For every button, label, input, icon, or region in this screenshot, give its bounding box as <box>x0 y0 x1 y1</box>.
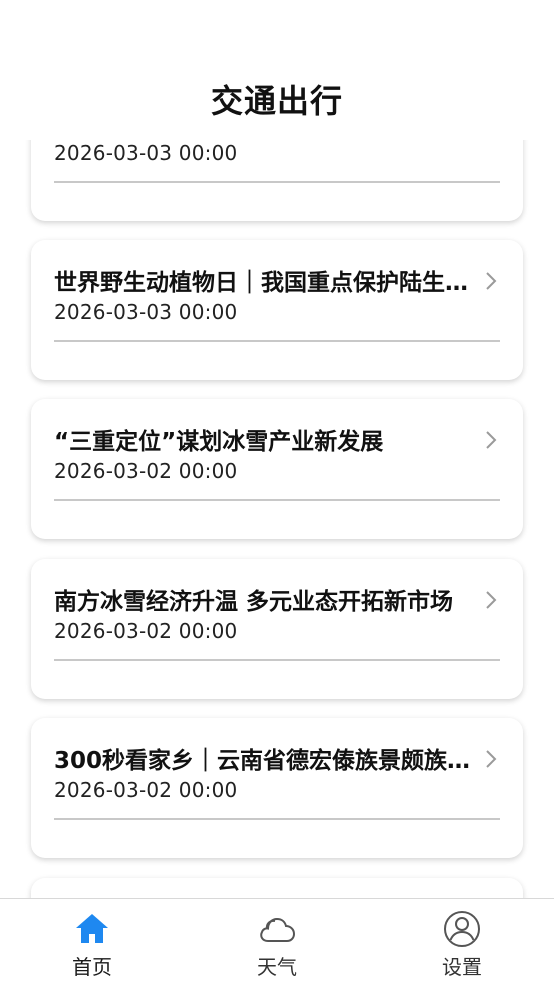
card-divider <box>54 659 500 661</box>
article-card[interactable]: 300秒看家乡｜云南省德宏傣族景颇族自治州 2026-03-02 00:00 <box>31 718 523 858</box>
bottom-nav: 首页 天气 设置 <box>0 898 554 984</box>
user-icon <box>444 911 480 947</box>
home-icon <box>76 914 108 943</box>
article-card[interactable]: 世界野生动植物日｜我国重点保护陆生野生动物 2026-03-03 00:00 <box>31 240 523 380</box>
article-title: 世界野生动植物日｜我国重点保护陆生野生动物 <box>54 270 472 296</box>
chevron-right-icon <box>486 431 497 449</box>
chevron-right-icon <box>486 272 497 290</box>
article-date: 2026-03-02 00:00 <box>54 619 238 643</box>
article-title: 300秒看家乡｜云南省德宏傣族景颇族自治州 <box>54 748 472 774</box>
card-divider <box>54 499 500 501</box>
card-divider <box>54 818 500 820</box>
article-title: “三重定位”谋划冰雪产业新发展 <box>54 429 384 455</box>
article-date: 2026-03-02 00:00 <box>54 778 238 802</box>
card-divider <box>54 181 500 183</box>
article-date: 2026-03-03 00:00 <box>54 300 238 324</box>
app-screen: 2026-03-03 00:00 世界野生动植物日｜我国重点保护陆生野生动物 2… <box>0 0 554 984</box>
nav-label-settings: 设置 <box>442 955 482 979</box>
nav-item-home[interactable]: 首页 <box>32 899 152 984</box>
nav-label-weather: 天气 <box>257 955 297 979</box>
nav-item-settings[interactable]: 设置 <box>402 899 522 984</box>
nav-item-weather[interactable]: 天气 <box>217 899 337 984</box>
article-card[interactable] <box>31 878 523 898</box>
article-date: 2026-03-02 00:00 <box>54 459 238 483</box>
article-date: 2026-03-03 00:00 <box>54 141 238 165</box>
chevron-right-icon <box>486 750 497 768</box>
page-header: 交通出行 <box>0 0 554 140</box>
page-title: 交通出行 <box>210 82 343 120</box>
nav-label-home: 首页 <box>72 955 112 979</box>
cloud-icon <box>260 917 296 942</box>
article-card[interactable]: 南方冰雪经济升温 多元业态开拓新市场 2026-03-02 00:00 <box>31 559 523 699</box>
chevron-right-icon <box>486 591 497 609</box>
article-title: 南方冰雪经济升温 多元业态开拓新市场 <box>54 589 454 615</box>
card-divider <box>54 340 500 342</box>
article-card[interactable]: “三重定位”谋划冰雪产业新发展 2026-03-02 00:00 <box>31 399 523 539</box>
